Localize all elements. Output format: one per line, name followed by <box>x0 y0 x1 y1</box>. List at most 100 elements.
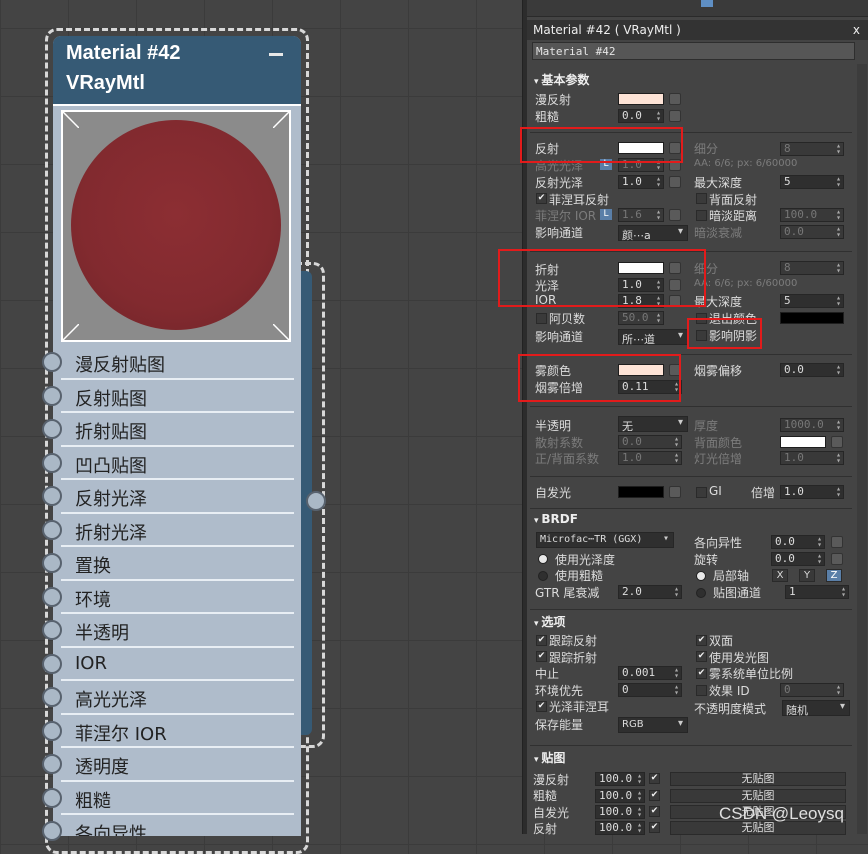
gi-checkbox[interactable] <box>696 487 707 498</box>
front-back-coef-spinner[interactable]: 1.0 ▴ ▾ <box>618 451 682 465</box>
effect-id-checkbox[interactable] <box>696 685 707 696</box>
self-illum-map-button[interactable] <box>669 486 681 498</box>
preserve-energy-dropdown[interactable]: RGB <box>618 717 688 733</box>
translucency-dropdown[interactable]: 无 <box>618 416 688 433</box>
refract-max-depth-spinner[interactable]: 5 ▴ ▾ <box>780 294 844 308</box>
slot-diffuse-map[interactable]: 漫反射贴图 <box>61 346 294 380</box>
material-node[interactable]: Material #42 VRayMtl 漫反射贴图 反射贴图 折射贴图 凹凸贴… <box>53 36 301 836</box>
refract-affect-channel-dropdown[interactable]: 所⋯道 <box>618 329 688 346</box>
map-enable-checkbox[interactable]: ✔ <box>649 790 660 801</box>
opacity-mode-dropdown[interactable]: 随机 <box>782 700 850 717</box>
slot-translucency[interactable]: 半透明 <box>61 614 294 648</box>
fresnel-checkbox[interactable]: ✔ <box>536 193 547 204</box>
axis-y-button[interactable]: Y <box>799 569 815 582</box>
refract-subdiv-spinner[interactable]: 8 ▴ ▾ <box>780 261 844 275</box>
input-socket[interactable] <box>42 386 62 406</box>
gtr-tail-spinner[interactable]: 2.0 ▴ ▾ <box>618 585 682 599</box>
input-socket[interactable] <box>42 352 62 372</box>
slot-roughness[interactable]: 粗糙 <box>61 782 294 815</box>
map-amount-spinner[interactable]: 100.0 ▴ ▾ <box>595 821 645 835</box>
use-illum-map-checkbox[interactable]: ✔ <box>696 651 707 662</box>
slot-refract-gloss[interactable]: 折射光泽 <box>61 514 294 547</box>
back-color-map-button[interactable] <box>831 436 843 448</box>
slot-bump-map[interactable]: 凹凸贴图 <box>61 447 294 480</box>
lock-L-icon[interactable]: L <box>600 209 612 220</box>
local-axis-radio[interactable] <box>696 571 706 581</box>
dim-distance-spinner[interactable]: 100.0 ▴ ▾ <box>780 208 844 222</box>
trace-reflect-checkbox[interactable]: ✔ <box>536 635 547 646</box>
slot-fresnel-ior[interactable]: 菲涅尔 IOR <box>61 715 294 748</box>
diffuse-map-button[interactable] <box>669 93 681 105</box>
slot-environment[interactable]: 环境 <box>61 581 294 614</box>
fog-bias-spinner[interactable]: 0.0 ▴ ▾ <box>780 363 844 377</box>
slot-ior[interactable]: IOR <box>61 648 294 681</box>
thickness-spinner[interactable]: 1000.0 ▴ ▾ <box>780 418 844 432</box>
input-socket[interactable] <box>42 788 62 808</box>
input-socket[interactable] <box>42 620 62 640</box>
scatter-spinner[interactable]: 0.0 ▴ ▾ <box>618 435 682 449</box>
input-socket[interactable] <box>42 821 62 841</box>
fresnel-ior-spinner[interactable]: 1.6 ▴ ▾ <box>618 208 664 222</box>
rotation-spinner[interactable]: 0.0 ▴ ▾ <box>771 552 825 566</box>
dim-falloff-spinner[interactable]: 0.0 ▴ ▾ <box>780 225 844 239</box>
rollout-maps[interactable]: ▾ 贴图 <box>530 745 852 766</box>
input-socket[interactable] <box>42 654 62 674</box>
multiplier-spinner[interactable]: 1.0 ▴ ▾ <box>780 485 844 499</box>
rollout-options[interactable]: ▾ 选项 <box>530 609 852 630</box>
material-name-input[interactable]: Material #42 <box>532 42 855 60</box>
reflect-subdiv-spinner[interactable]: 8 ▴ ▾ <box>780 142 844 156</box>
rotation-map-button[interactable] <box>831 553 843 565</box>
input-socket[interactable] <box>42 721 62 741</box>
panel-scrollbar[interactable] <box>857 64 867 834</box>
abbe-spinner[interactable]: 50.0 ▴ ▾ <box>618 311 664 325</box>
slot-highlight-gloss[interactable]: 高光光泽 <box>61 681 294 715</box>
fog-units-checkbox[interactable]: ✔ <box>696 668 707 679</box>
slot-refract-map[interactable]: 折射贴图 <box>61 413 294 447</box>
use-gloss-radio[interactable] <box>538 554 548 564</box>
slot-reflect-gloss[interactable]: 反射光泽 <box>61 480 294 514</box>
fresnel-ior-map-button[interactable] <box>669 209 681 221</box>
slot-reflect-map[interactable]: 反射贴图 <box>61 380 294 413</box>
map-amount-spinner[interactable]: 100.0 ▴ ▾ <box>595 805 645 819</box>
cutoff-spinner[interactable]: 0.001 ▴ ▾ <box>618 666 682 680</box>
abbe-checkbox[interactable] <box>536 313 547 324</box>
map-enable-checkbox[interactable]: ✔ <box>649 773 660 784</box>
input-socket[interactable] <box>42 553 62 573</box>
minimize-icon[interactable] <box>269 53 283 56</box>
map-amount-spinner[interactable]: 100.0 ▴ ▾ <box>595 772 645 786</box>
trace-refract-checkbox[interactable]: ✔ <box>536 651 547 662</box>
map-channel-spinner[interactable]: 1 ▴ ▾ <box>785 585 849 599</box>
back-reflect-checkbox[interactable] <box>696 193 707 204</box>
map-amount-spinner[interactable]: 100.0 ▴ ▾ <box>595 789 645 803</box>
env-priority-spinner[interactable]: 0 ▴ ▾ <box>618 683 682 697</box>
light-multiplier-spinner[interactable]: 1.0 ▴ ▾ <box>780 451 844 465</box>
map-enable-checkbox[interactable]: ✔ <box>649 806 660 817</box>
input-socket[interactable] <box>42 520 62 540</box>
close-icon[interactable]: x <box>853 23 860 37</box>
map-enable-checkbox[interactable]: ✔ <box>649 822 660 833</box>
roughness-spinner[interactable]: 0.0 ▴ ▾ <box>618 109 664 123</box>
node-output-socket[interactable] <box>306 491 326 511</box>
rollout-basic-params[interactable]: ▾ 基本参数 <box>530 68 852 88</box>
brdf-type-dropdown[interactable]: Microfac⋯TR (GGX) <box>536 532 674 548</box>
input-socket[interactable] <box>42 486 62 506</box>
affect-channel-dropdown[interactable]: 颜⋯a <box>618 225 688 242</box>
input-socket[interactable] <box>42 419 62 439</box>
back-color-swatch[interactable] <box>780 436 826 448</box>
dim-distance-checkbox[interactable] <box>696 210 707 221</box>
input-socket[interactable] <box>42 453 62 473</box>
slot-displacement[interactable]: 置换 <box>61 547 294 581</box>
map-channel-radio[interactable] <box>696 588 706 598</box>
input-socket[interactable] <box>42 754 62 774</box>
max-depth-spinner[interactable]: 5 ▴ ▾ <box>780 175 844 189</box>
exit-color-swatch[interactable] <box>780 312 844 324</box>
axis-z-button[interactable]: Z <box>826 569 842 582</box>
map-slot-button[interactable]: 无贴图 <box>670 789 846 803</box>
slot-opacity[interactable]: 透明度 <box>61 748 294 782</box>
anisotropy-map-button[interactable] <box>831 536 843 548</box>
input-socket[interactable] <box>42 587 62 607</box>
self-illum-color-swatch[interactable] <box>618 486 664 498</box>
reflect-gloss-spinner[interactable]: 1.0 ▴ ▾ <box>618 175 664 189</box>
gloss-fresnel-checkbox[interactable]: ✔ <box>536 701 547 712</box>
rollout-brdf[interactable]: ▾ BRDF <box>530 508 852 529</box>
